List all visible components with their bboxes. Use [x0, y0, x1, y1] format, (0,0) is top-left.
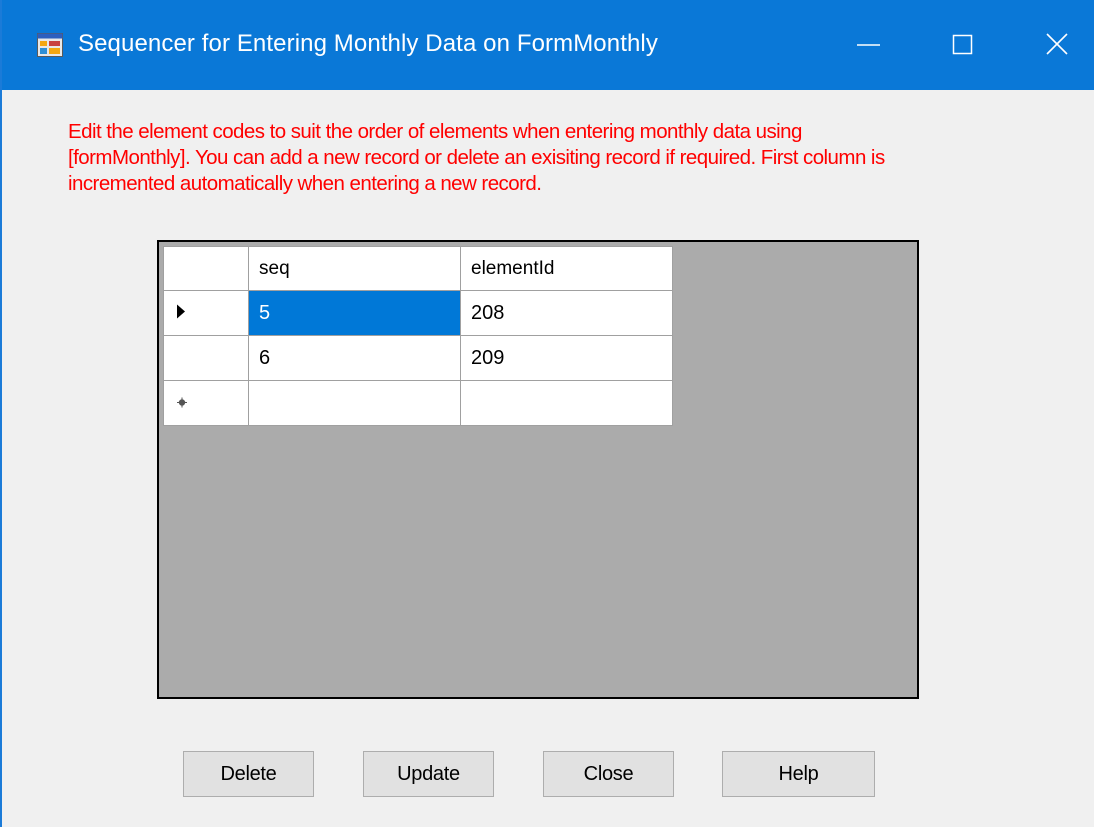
- new-record-row[interactable]: [163, 380, 673, 426]
- cell-seq[interactable]: [248, 380, 461, 426]
- cell-seq[interactable]: 6: [248, 335, 461, 381]
- title-bar[interactable]: Sequencer for Entering Monthly Data on F…: [2, 0, 1094, 90]
- maximize-button[interactable]: [918, 0, 1008, 90]
- sequence-data-grid[interactable]: seq elementId 5 208 6 209: [157, 240, 919, 699]
- cell-seq[interactable]: 5: [248, 290, 461, 336]
- table-row[interactable]: 5 208: [163, 290, 673, 336]
- window-title: Sequencer for Entering Monthly Data on F…: [78, 30, 658, 57]
- close-icon: [1046, 33, 1068, 55]
- close-button[interactable]: Close: [543, 751, 674, 797]
- cell-elementid[interactable]: [460, 380, 673, 426]
- grid-header-row: seq elementId: [163, 246, 673, 291]
- row-header[interactable]: [163, 335, 249, 381]
- minimize-icon: [857, 44, 880, 46]
- row-header[interactable]: [163, 290, 249, 336]
- column-header-elementid[interactable]: elementId: [460, 246, 673, 291]
- maximize-icon: [952, 34, 973, 55]
- current-row-arrow-icon: [176, 302, 186, 325]
- update-button[interactable]: Update: [363, 751, 494, 797]
- cell-elementid[interactable]: 208: [460, 290, 673, 336]
- minimize-button[interactable]: [824, 0, 914, 90]
- help-button[interactable]: Help: [722, 751, 875, 797]
- column-header-seq[interactable]: seq: [248, 246, 461, 291]
- form-app-icon: [37, 33, 63, 57]
- cell-elementid[interactable]: 209: [460, 335, 673, 381]
- grid-corner-header[interactable]: [163, 246, 249, 291]
- sequencer-window: Sequencer for Entering Monthly Data on F…: [0, 0, 1094, 827]
- close-window-button[interactable]: [1012, 0, 1094, 90]
- table-row[interactable]: 6 209: [163, 335, 673, 381]
- instruction-text: Edit the element codes to suit the order…: [68, 120, 885, 195]
- new-row-asterisk-icon: [176, 392, 188, 415]
- row-header[interactable]: [163, 380, 249, 426]
- grid-table: seq elementId 5 208 6 209: [163, 246, 673, 426]
- delete-button[interactable]: Delete: [183, 751, 314, 797]
